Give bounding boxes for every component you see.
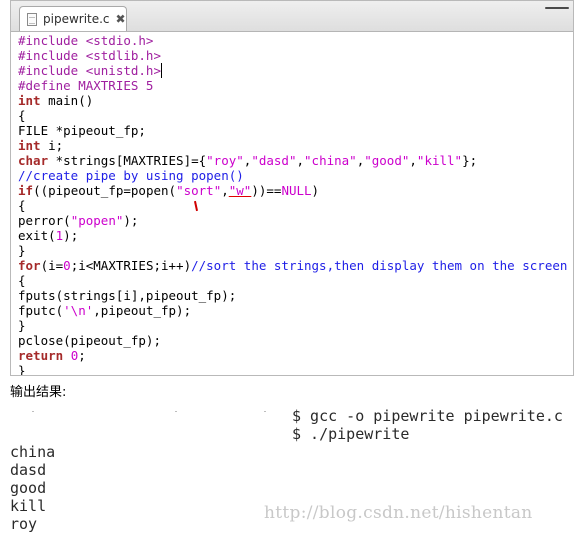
code-token: //create pipe by using popen() <box>18 168 244 183</box>
output-line: kill <box>10 497 47 515</box>
code-token: ) <box>311 183 320 198</box>
output-heading: 输出结果: <box>10 385 67 400</box>
code-token: #include <stdio.h> <box>18 33 154 48</box>
code-line: fputc('\n',pipeout_fp); <box>18 303 567 318</box>
code-line: } <box>18 318 567 333</box>
code-token: { <box>18 198 26 213</box>
code-token: '\n' <box>63 303 94 318</box>
code-token: ((pipeout_fp=popen( <box>33 183 177 198</box>
code-token: #define MAXTRIES 5 <box>18 78 154 93</box>
code-token: }; <box>462 153 478 168</box>
output-line: china <box>10 443 56 461</box>
code-token: #include <unistd.h> <box>18 63 161 78</box>
code-token: ); <box>123 213 139 228</box>
code-token: int <box>18 93 41 108</box>
tab-bar: pipewrite.c ✖ <box>11 1 573 32</box>
code-line: int i; <box>18 138 567 153</box>
code-token: } <box>18 318 26 333</box>
code-token: char <box>18 153 49 168</box>
code-token: return <box>18 348 64 363</box>
code-line: } <box>18 243 567 258</box>
code-line: if((pipeout_fp=popen("sort","w"))==NULL) <box>18 183 567 198</box>
terminal-output: china dasd good kill roy <box>10 443 55 533</box>
code-line: #include <stdlib.h> <box>18 48 567 63</box>
code-token: "popen" <box>70 213 124 228</box>
code-area[interactable]: #include <stdio.h> #include <stdlib.h> #in… <box>18 33 567 376</box>
code-token: fputc( <box>18 303 64 318</box>
code-token: ); <box>63 228 79 243</box>
code-token: //sort the strings,then display them on … <box>191 258 568 273</box>
code-line: { <box>18 198 567 213</box>
code-line: //create pipe by using popen() <box>18 168 567 183</box>
terminal-command-line: $ ./pipewrite <box>292 425 410 443</box>
code-token: ; <box>78 348 86 363</box>
code-token: FILE *pipeout_fp; <box>18 123 146 138</box>
code-token <box>161 63 162 78</box>
code-token: for <box>18 258 41 273</box>
code-token: , <box>296 153 305 168</box>
code-token: i; <box>40 138 64 153</box>
code-line: { <box>18 108 567 123</box>
code-line: exit(1); <box>18 228 567 243</box>
close-icon[interactable]: ✖ <box>116 12 126 26</box>
code-token: NULL <box>281 183 312 198</box>
code-token: exit( <box>18 228 56 243</box>
code-token: "china" <box>304 153 357 168</box>
noise-dot <box>32 411 34 412</box>
terminal-command-line: $ gcc -o pipewrite pipewrite.c <box>292 407 563 425</box>
code-line: perror("popen"); <box>18 213 567 228</box>
output-line: roy <box>10 515 38 533</box>
code-line: #define MAXTRIES 5 <box>18 78 567 93</box>
output-line: good <box>10 479 47 497</box>
code-token: pclose(pipeout_fp); <box>18 333 161 348</box>
code-line: fputs(strings[i],pipeout_fp); <box>18 288 567 303</box>
window-edge-mark <box>545 7 569 9</box>
code-token: perror( <box>18 213 71 228</box>
code-line: FILE *pipeout_fp; <box>18 123 567 138</box>
code-token: } <box>18 243 26 258</box>
code-token: fputs(strings[i],pipeout_fp); <box>18 288 237 303</box>
noise-dot <box>175 411 177 412</box>
code-token: { <box>18 108 26 123</box>
file-tab[interactable]: pipewrite.c ✖ <box>19 6 127 31</box>
code-token: 0 <box>63 258 71 273</box>
code-line: #include <unistd.h> <box>18 63 567 78</box>
code-token: "roy" <box>206 153 244 168</box>
code-token: if <box>18 183 34 198</box>
watermark: http://blog.csdn.net/hishentan <box>264 503 533 523</box>
code-token: "dasd" <box>251 153 297 168</box>
code-token: #include <stdlib.h> <box>18 48 161 63</box>
code-token: int <box>18 138 41 153</box>
code-line: #include <stdio.h> <box>18 33 567 48</box>
code-token: , <box>221 183 229 198</box>
code-token: "sort" <box>176 183 222 198</box>
code-line: return 0; <box>18 348 567 363</box>
code-token: ;i<MAXTRIES;i++) <box>70 258 192 273</box>
document-icon <box>27 12 37 26</box>
output-line: dasd <box>10 461 47 479</box>
code-token: { <box>18 273 26 288</box>
code-line: for(i=0;i<MAXTRIES;i++)//sort the string… <box>18 258 567 273</box>
noise-dot <box>264 411 266 412</box>
file-tab-label: pipewrite.c <box>43 12 110 26</box>
terminal-commands: $ gcc -o pipewrite pipewrite.c $ ./pipew… <box>292 407 563 443</box>
code-token: "good" <box>364 153 410 168</box>
code-token: ))== <box>251 183 282 198</box>
code-line: pclose(pipeout_fp); <box>18 333 567 348</box>
code-token: (i= <box>40 258 64 273</box>
code-token: *strings[MAXTRIES]={ <box>48 153 207 168</box>
code-editor-window: pipewrite.c ✖ #include <stdio.h> #include… <box>10 0 574 376</box>
code-token: "kill" <box>416 153 463 168</box>
code-line: int main() <box>18 93 567 108</box>
code-line: } <box>18 363 567 376</box>
code-token: ,pipeout_fp); <box>93 303 192 318</box>
code-token: main() <box>40 93 94 108</box>
code-line: { <box>18 273 567 288</box>
code-line: char *strings[MAXTRIES]={"roy","dasd","c… <box>18 153 567 168</box>
code-token: "w" <box>228 183 252 198</box>
code-token: } <box>18 363 26 376</box>
code-token: , <box>409 153 417 168</box>
